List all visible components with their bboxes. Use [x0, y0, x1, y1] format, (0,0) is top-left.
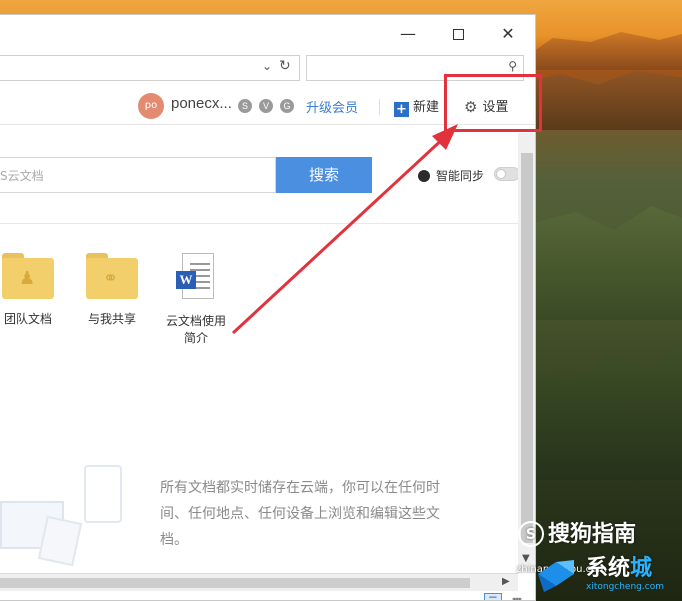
- wallpaper-ridge: [530, 206, 682, 320]
- smart-sync: 智能同步: [418, 167, 484, 184]
- file-label: 团队文档: [3, 312, 52, 326]
- settings-button[interactable]: ⚙ 设置: [464, 96, 508, 116]
- minimize-button[interactable]: —: [396, 23, 420, 45]
- settings-label: 设置: [482, 100, 509, 115]
- file-label: 云文档使用 简介: [165, 314, 226, 345]
- content-divider: [0, 223, 518, 224]
- file-item-team-docs[interactable]: ♟ 团队文档: [0, 253, 68, 328]
- title-bar: — ✕: [0, 15, 535, 53]
- empty-state-illustration: [0, 465, 130, 575]
- dropdown-icon[interactable]: ⌄: [262, 59, 272, 73]
- username[interactable]: ponecx...: [171, 95, 232, 112]
- maximize-icon: [452, 29, 464, 40]
- file-label: 与我共享: [87, 312, 136, 326]
- horizontal-scrollbar[interactable]: ▶: [0, 573, 518, 591]
- toolbar: po ponecx... S V G 升级会员 + 新建 ⚙ 设置: [0, 89, 535, 125]
- close-button[interactable]: ✕: [496, 23, 520, 45]
- new-button[interactable]: + 新建: [394, 96, 439, 117]
- xitongcheng-logo-icon: [538, 560, 574, 592]
- file-item-intro-doc[interactable]: W 云文档使用 简介: [156, 253, 236, 347]
- badge-s-icon[interactable]: S: [238, 99, 252, 113]
- address-bar[interactable]: ⌄ ↻: [0, 55, 300, 81]
- list-view-icon[interactable]: ☰: [484, 593, 502, 600]
- sync-icon: [418, 170, 430, 182]
- watermark-xitongcheng: 系统城: [586, 556, 653, 581]
- hscroll-thumb[interactable]: [0, 578, 470, 588]
- wallpaper-ridge: [530, 70, 682, 130]
- scroll-right-icon[interactable]: ▶: [502, 576, 510, 587]
- sync-label: 智能同步: [436, 169, 485, 183]
- folder-icon: ⚭: [86, 253, 138, 299]
- scroll-down-icon[interactable]: ▼: [522, 553, 530, 564]
- plus-icon: +: [394, 102, 409, 117]
- grid-view-icon[interactable]: ▦: [508, 593, 526, 600]
- empty-state-text: 所有文档都实时储存在云端，你可以在任何时间、任何地点、任何设备上浏览和编辑这些文…: [160, 480, 440, 548]
- watermark-sogou: S 搜狗指南: [518, 516, 636, 548]
- sync-toggle[interactable]: [494, 167, 520, 181]
- wallpaper-ridge: [530, 347, 682, 480]
- search-button[interactable]: 搜索: [276, 157, 372, 193]
- new-label: 新建: [413, 100, 440, 115]
- watermark-pinyin: xitongcheng.com: [586, 582, 664, 592]
- scroll-thumb[interactable]: [521, 153, 533, 543]
- folder-icon: ♟: [2, 253, 54, 299]
- top-search-input[interactable]: ⚲: [306, 55, 524, 81]
- sogou-logo-icon: S: [518, 521, 544, 547]
- person-icon: ♟: [19, 268, 36, 289]
- upgrade-member-link[interactable]: 升级会员: [306, 97, 358, 116]
- avatar[interactable]: po: [138, 93, 164, 119]
- file-item-shared-with-me[interactable]: ⚭ 与我共享: [72, 253, 152, 328]
- gear-icon: ⚙: [464, 98, 478, 116]
- search-placeholder: S云文档: [0, 169, 44, 183]
- vertical-scrollbar[interactable]: ▼: [518, 133, 535, 573]
- search-icon[interactable]: ⚲: [508, 59, 517, 73]
- toolbar-divider: [379, 99, 380, 115]
- toggle-knob: [496, 169, 506, 179]
- wallpaper-ridge: [530, 32, 682, 70]
- refresh-icon[interactable]: ↻: [279, 58, 291, 74]
- link-icon: ⚭: [103, 268, 119, 289]
- badge-vip-icon[interactable]: V: [259, 99, 273, 113]
- cloud-docs-window: — ✕ ⌄ ↻ ⚲ po ponecx... S V G 升级会员 + 新建 ⚙ 设…: [0, 14, 536, 601]
- maximize-button[interactable]: [446, 23, 470, 45]
- doc-search-input[interactable]: S云文档: [0, 157, 276, 193]
- word-icon: W: [176, 253, 216, 301]
- badge-g-icon[interactable]: G: [280, 99, 294, 113]
